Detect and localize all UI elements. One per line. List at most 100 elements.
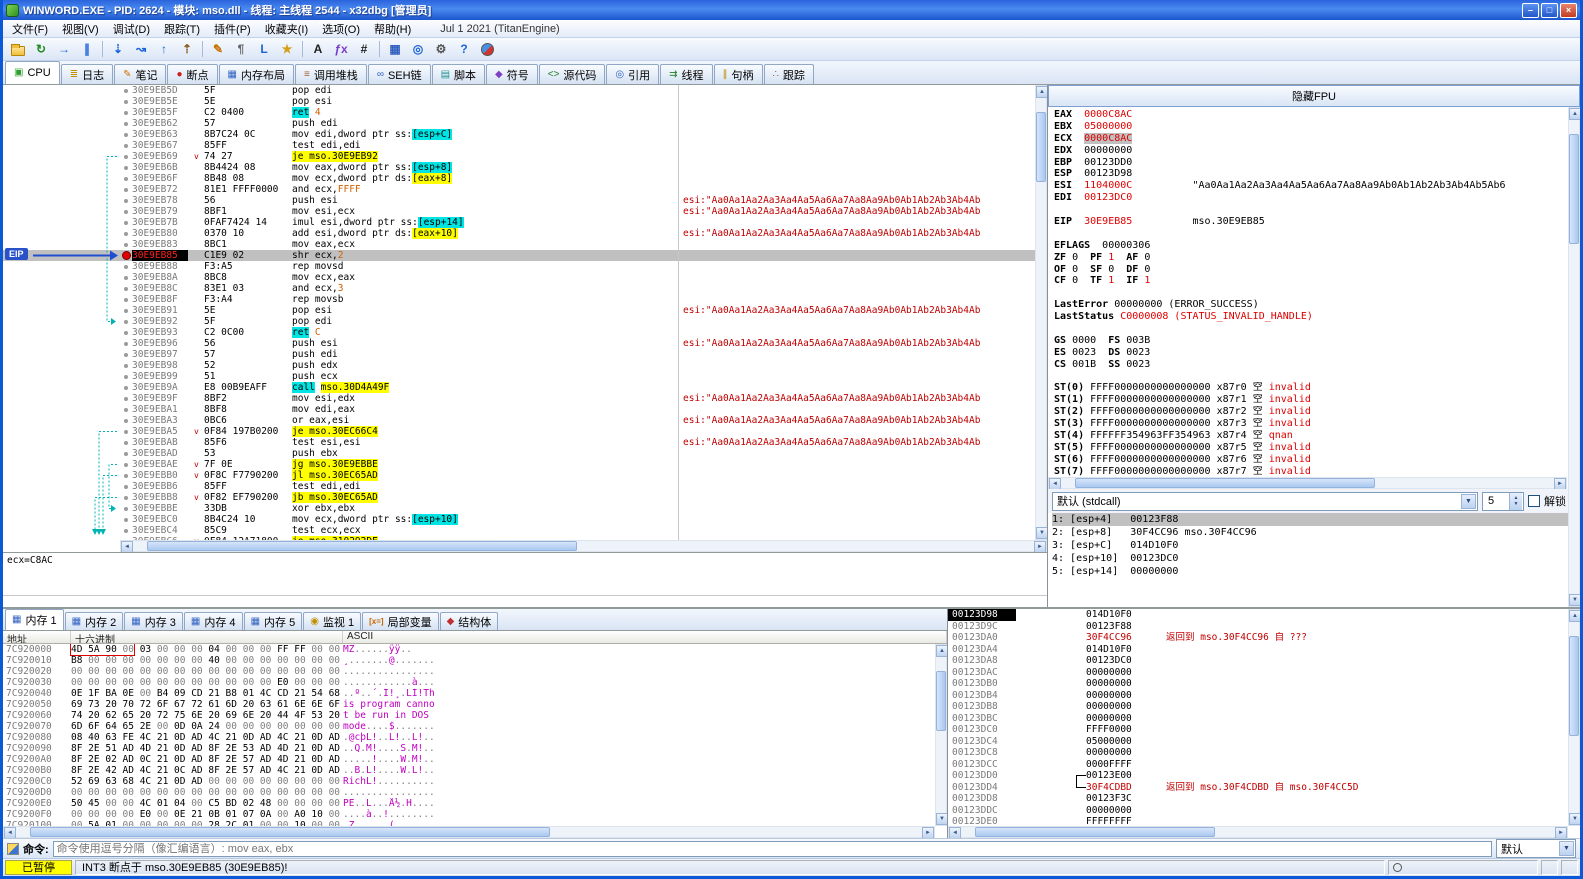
disasm-row[interactable]: 30E9EB72 81E1 FFFF0000 and ecx,FFFF — [3, 184, 1047, 195]
disasm-row[interactable]: 30E9EB96 56 push esi esi:"Aa0Aa1Aa2Aa3Aa4Aa… — [3, 338, 1047, 349]
registers-hscrollbar-track[interactable] — [1061, 478, 1554, 488]
menu-plugins[interactable]: 插件(P) — [207, 20, 258, 38]
disasm-row[interactable]: 30E9EB8F F3:A4 rep movsb — [3, 294, 1047, 305]
menu-help[interactable]: 帮助(H) — [367, 20, 418, 38]
disasm-row[interactable]: 30E9EB85 C1E9 02 shr ecx,2 — [3, 250, 1047, 261]
registers-hscrollbar[interactable]: ◄ ► — [1048, 477, 1567, 490]
stack-row[interactable]: 00123DA4 014D10F0 — [948, 644, 1568, 656]
disasm-row[interactable]: 30E9EB91 5E pop esi esi:"Aa0Aa1Aa2Aa3Aa4Aa5… — [3, 305, 1047, 316]
eax-value[interactable]: 0000C8AC — [1084, 109, 1132, 120]
find-references-button[interactable]: ◎ — [407, 39, 429, 59]
ecx-value[interactable]: 0000C8AC — [1084, 132, 1133, 144]
stack-row[interactable]: 00123DAC 00000000 — [948, 667, 1568, 679]
tab-references[interactable]: ◎ 引用 — [606, 64, 660, 84]
memory-hscrollbar-arrow-end[interactable]: ► — [922, 827, 934, 838]
stack-row[interactable]: 00123DDC 00000000 — [948, 805, 1568, 817]
tab-cpu[interactable]: ▣ CPU — [5, 61, 60, 84]
disasm-row[interactable]: 30E9EBB8 v 0F82 EF790200 jb mso.30EC65AD — [3, 492, 1047, 503]
breakpoint-dot[interactable] — [120, 250, 132, 261]
stack-row[interactable]: 00123DC0 FFFF0000 — [948, 724, 1568, 736]
laststatus-value[interactable]: C0000008 (STATUS_INVALID_HANDLE) — [1120, 311, 1313, 322]
chevron-down-icon[interactable]: ▼ — [1559, 841, 1574, 856]
disassembly-view[interactable]: EIP 30E9EB5D 5F pop edi 30E9EB5E 5E pop esi 30… — [3, 85, 1047, 540]
ds-value[interactable]: 0023 — [1126, 347, 1162, 358]
memory-row[interactable]: 7C9200C0 52 69 63 68 4C 21 0D AD 00 00 00… — [3, 776, 935, 787]
arg-row[interactable]: 5: [esp+14] 00000000 — [1052, 565, 1580, 578]
registers-vscrollbar-arrow-start[interactable]: ▲ — [1569, 108, 1580, 120]
unlock-checkbox[interactable]: 解锁 — [1528, 493, 1566, 509]
registers-vscrollbar[interactable]: ▲ ▼ — [1568, 107, 1580, 607]
memory-row[interactable]: 7C920050 69 73 20 70 72 6F 67 72 61 6D 20… — [3, 699, 935, 710]
ST(4)-value[interactable]: FFFFFF354963FF354963 — [1090, 430, 1216, 441]
memory-row[interactable]: 7C920060 74 20 62 65 20 72 75 6E 20 69 6E… — [3, 710, 935, 721]
eflags-value[interactable]: 00000306 — [1102, 240, 1150, 251]
tab-dump-3[interactable]: ▦ 内存 3 — [124, 612, 183, 630]
menu-options[interactable]: 选项(O) — [315, 20, 367, 38]
memory-vscrollbar-arrow-end[interactable]: ▼ — [936, 813, 947, 825]
disasm-row[interactable]: 30E9EB5F C2 0400 ret 4 — [3, 107, 1047, 118]
tab-script[interactable]: ▤ 脚本 — [431, 64, 486, 84]
stack-vscrollbar-track[interactable] — [1569, 622, 1579, 813]
arg-row[interactable]: 1: [esp+4] 00123F88 — [1052, 513, 1580, 526]
tab-trace-view[interactable]: ∴ 跟踪 — [763, 64, 814, 84]
title-bar[interactable]: WINWORD.EXE - PID: 2624 - 模块: mso.dll - … — [3, 0, 1580, 20]
patches-button[interactable]: ✎ — [207, 39, 229, 59]
disasm-row[interactable]: 30E9EB63 8B7C24 0C mov edi,dword ptr ss:[e… — [3, 129, 1047, 140]
stack-row[interactable]: 00123D98 014D10F0 — [948, 609, 1568, 621]
memory-vscrollbar-thumb[interactable] — [936, 671, 946, 731]
disasm-row[interactable]: 30E9EBA5 v 0F84 197B0200 je mso.30EC66C4 — [3, 426, 1047, 437]
tab-log[interactable]: ≣ 日志 — [60, 64, 114, 84]
registers-hscrollbar-thumb[interactable] — [1075, 478, 1375, 488]
es-value[interactable]: 0023 — [1072, 347, 1108, 358]
disasm-row[interactable]: 30E9EBA3 0BC6 or eax,esi esi:"Aa0Aa1Aa2Aa3A… — [3, 415, 1047, 426]
memory-hscrollbar-track[interactable] — [16, 827, 922, 837]
disasm-row[interactable]: 30E9EB6F 8B48 08 mov ecx,dword ptr ds:[eax… — [3, 173, 1047, 184]
tab-handles[interactable]: ∥ 句柄 — [713, 64, 763, 84]
disasm-vscrollbar-arrow-start[interactable]: ▲ — [1036, 86, 1047, 98]
memory-row[interactable]: 7C9200A0 8F 2E 02 AD 0C 21 0D AD 8F 2E 57… — [3, 754, 935, 765]
calling-convention-select[interactable]: 默认 (stdcall) ▼ — [1052, 491, 1478, 511]
tab-seh-chain[interactable]: ∞ SEH链 — [367, 64, 431, 84]
pause-button[interactable]: ∥ — [76, 39, 98, 59]
tab-symbols[interactable]: ◆ 符号 — [486, 64, 538, 84]
disasm-row[interactable]: 30E9EBAD 53 push ebx — [3, 448, 1047, 459]
chevron-down-icon[interactable]: ▼ — [1461, 493, 1476, 509]
registers-vscrollbar-track[interactable] — [1569, 120, 1579, 594]
ST(6)-value[interactable]: FFFF0000000000000000 — [1090, 454, 1216, 465]
disasm-row[interactable]: 30E9EB67 85FF test edi,edi — [3, 140, 1047, 151]
ebx-value[interactable]: 05000000 — [1084, 121, 1132, 132]
arg-count-spinner[interactable]: 5 ▲ ▼ — [1482, 491, 1524, 511]
stack-hscrollbar[interactable]: ◄ ► — [948, 826, 1568, 838]
registers-vscrollbar-arrow-end[interactable]: ▼ — [1569, 594, 1580, 606]
label-button[interactable]: L — [253, 39, 275, 59]
disasm-row[interactable]: 30E9EB9A E8 00B9EAFF call mso.30D4A49F — [3, 382, 1047, 393]
edi-value[interactable]: 00123DC0 — [1084, 192, 1132, 203]
disasm-row[interactable]: 30E9EBAE v 7F 0E jg mso.30E9EBBE — [3, 459, 1047, 470]
disasm-row[interactable]: 30E9EB92 5F pop edi — [3, 316, 1047, 327]
ss-value[interactable]: 0023 — [1126, 359, 1162, 370]
tab-call-stack[interactable]: ≡ 调用堆栈 — [294, 64, 367, 84]
stack-row[interactable]: 00123DD4 30F4CDBD 返回到 mso.30F4CDBD 自 mso.3… — [948, 781, 1568, 794]
run-to-user-code-button[interactable]: ⇡ — [176, 39, 198, 59]
tab-threads[interactable]: ⇉ 线程 — [660, 64, 713, 84]
memory-row[interactable]: 7C920020 00 00 00 00 00 00 00 00 00 00 00… — [3, 666, 935, 677]
memory-row[interactable]: 7C920000 4D 5A 90 00 03 00 00 00 04 00 00… — [3, 644, 935, 656]
disasm-row[interactable]: 30E9EBB6 85FF test edi,edi — [3, 481, 1047, 492]
font-settings-button[interactable]: A — [307, 39, 329, 59]
disasm-row[interactable]: 30E9EBAB 85F6 test esi,esi esi:"Aa0Aa1Aa2Aa… — [3, 437, 1047, 448]
disasm-row[interactable]: 30E9EB83 8BC1 mov eax,ecx — [3, 239, 1047, 250]
stack-row[interactable]: 00123DA8 00123DC0 — [948, 655, 1568, 667]
memory-vscrollbar-track[interactable] — [936, 657, 946, 813]
disasm-vscrollbar[interactable]: ▲ ▼ — [1035, 85, 1047, 540]
execute-till-return-button[interactable]: ↑ — [153, 39, 175, 59]
stack-row[interactable]: 00123DCC 0000FFFF — [948, 759, 1568, 771]
stack-vscrollbar-arrow-end[interactable]: ▼ — [1569, 813, 1580, 825]
stack-row[interactable]: 00123DBC 00000000 — [948, 713, 1568, 725]
disasm-row[interactable]: 30E9EB69 v 74 27 je mso.30E9EB92 — [3, 151, 1047, 162]
memory-row[interactable]: 7C9200B0 8F 2E 42 AD 4C 21 0C AD 8F 2E 57… — [3, 765, 935, 776]
stack-hscrollbar-thumb[interactable] — [975, 827, 1215, 837]
disasm-row[interactable]: 30E9EB5E 5E pop esi — [3, 96, 1047, 107]
menu-view[interactable]: 视图(V) — [55, 20, 106, 38]
arg-row[interactable]: 4: [esp+10] 00123DC0 — [1052, 552, 1580, 565]
tab-locals[interactable]: [x=] 局部变量 — [362, 612, 439, 630]
